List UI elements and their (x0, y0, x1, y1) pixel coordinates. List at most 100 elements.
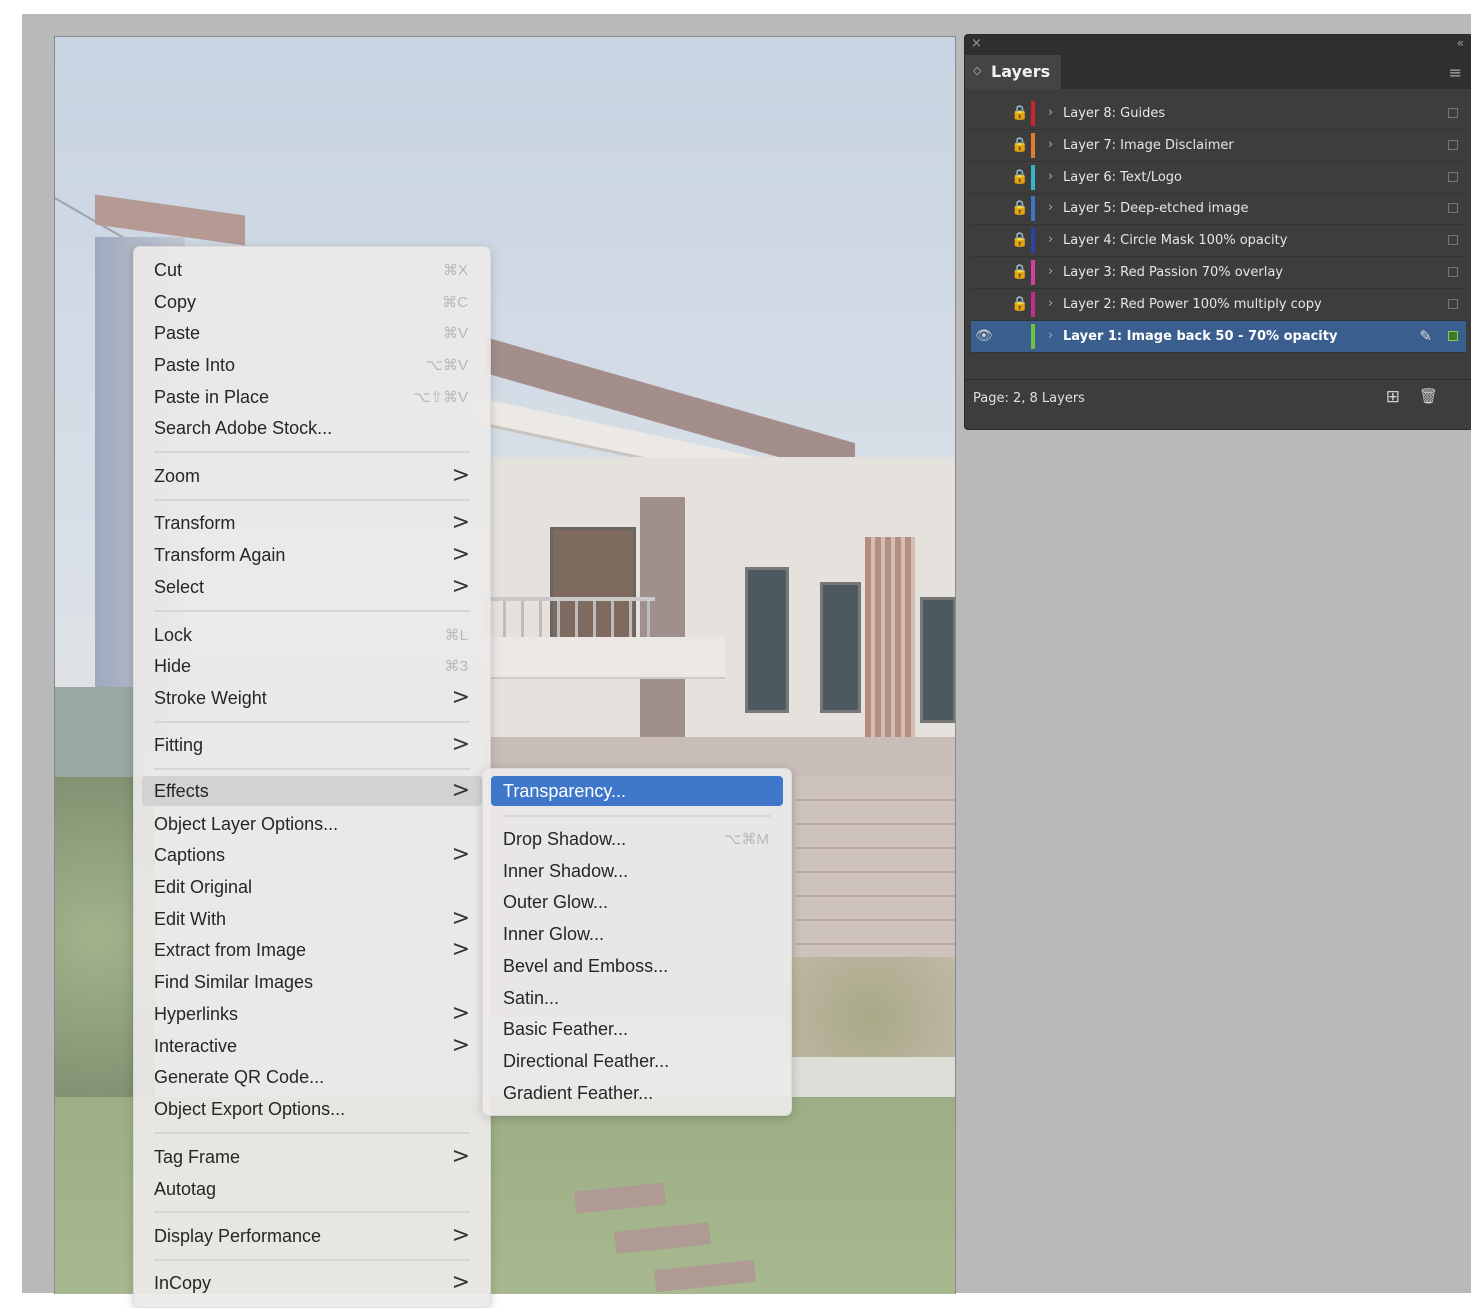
menu-item-object-export-options[interactable]: Object Export Options... (142, 1094, 482, 1124)
lock-icon[interactable]: 🔒 (1011, 105, 1028, 121)
chevron-right-icon[interactable]: › (1048, 137, 1053, 152)
eye-icon[interactable]: 👁 (975, 328, 993, 344)
shortcut: ⌥⌘V (425, 357, 468, 374)
target-square-icon[interactable] (1448, 108, 1458, 118)
submenu-item-outer-glow[interactable]: Outer Glow... (491, 887, 783, 917)
menu-item-paste-into[interactable]: Paste Into ⌥⌘V (142, 350, 482, 380)
menu-item-extract-from-image[interactable]: Extract from Image > (142, 935, 482, 965)
layer-row[interactable]: 🔒 › Layer 4: Circle Mask 100% opacity (971, 225, 1466, 257)
menu-item-edit-with[interactable]: Edit With > (142, 904, 482, 934)
menu-item-zoom[interactable]: Zoom > (142, 461, 482, 491)
layer-row[interactable]: 🔒 › Layer 5: Deep-etched image (971, 193, 1466, 225)
layer-row[interactable]: 🔒 › Layer 6: Text/Logo (971, 162, 1466, 194)
chevron-right-icon[interactable]: › (1048, 296, 1053, 311)
target-square-icon[interactable] (1448, 172, 1458, 182)
menu-item-copy[interactable]: Copy ⌘C (142, 287, 482, 317)
new-layer-icon[interactable]: ⊞ (1386, 387, 1400, 407)
layers-panel: × « ◇ Layers ≡ 🔒 › Layer 8: Guides 🔒 › L… (964, 34, 1471, 430)
menu-item-object-layer-options[interactable]: Object Layer Options... (142, 809, 482, 839)
chevron-right-icon[interactable]: › (1048, 328, 1053, 343)
trash-icon[interactable]: 🗑 (1419, 387, 1438, 405)
menu-item-interactive[interactable]: Interactive > (142, 1031, 482, 1061)
collapse-icon[interactable]: « (1457, 36, 1464, 50)
submenu-item-inner-glow[interactable]: Inner Glow... (491, 919, 783, 949)
layer-row[interactable]: 🔒 › Layer 3: Red Passion 70% overlay (971, 257, 1466, 289)
target-square-icon[interactable] (1448, 235, 1458, 245)
menu-item-transform-again[interactable]: Transform Again > (142, 540, 482, 570)
chevron-right-icon[interactable]: › (1048, 200, 1053, 215)
target-square-icon[interactable] (1448, 140, 1458, 150)
submenu-item-directional-feather[interactable]: Directional Feather... (491, 1046, 783, 1076)
menu-item-lock[interactable]: Lock ⌘L (142, 620, 482, 650)
lock-icon[interactable]: 🔒 (1011, 137, 1028, 153)
menu-item-paste-in-place[interactable]: Paste in Place ⌥⇧⌘V (142, 382, 482, 412)
target-square-icon[interactable] (1448, 331, 1458, 341)
chevron-right-icon: > (451, 937, 470, 962)
menu-item-display-performance[interactable]: Display Performance > (142, 1221, 482, 1251)
target-square-icon[interactable] (1448, 203, 1458, 213)
menu-item-fitting[interactable]: Fitting > (142, 730, 482, 760)
menu-item-label: Bevel and Emboss... (503, 956, 669, 976)
menu-item-label: Lock (154, 625, 193, 645)
shortcut: ⌘3 (444, 658, 468, 675)
menu-item-generate-qr-code[interactable]: Generate QR Code... (142, 1062, 482, 1092)
menu-item-transform[interactable]: Transform > (142, 508, 482, 538)
context-menu: Cut ⌘X Copy ⌘C Paste ⌘V Paste Into ⌥⌘V Paste… (133, 246, 491, 1308)
menu-item-incopy[interactable]: InCopy > (142, 1268, 482, 1298)
menu-item-tag-frame[interactable]: Tag Frame > (142, 1142, 482, 1172)
menu-item-search-adobe-stock[interactable]: Search Adobe Stock... (142, 413, 482, 443)
submenu-item-inner-shadow[interactable]: Inner Shadow... (491, 856, 783, 886)
chevron-right-icon[interactable]: › (1048, 232, 1053, 247)
menu-item-hide[interactable]: Hide ⌘3 (142, 651, 482, 681)
menu-item-effects[interactable]: Effects > (142, 776, 482, 806)
close-icon[interactable]: × (971, 36, 982, 51)
chevron-right-icon: > (451, 778, 470, 803)
layer-row-selected[interactable]: 👁 › Layer 1: Image back 50 - 70% opacity… (971, 321, 1466, 353)
submenu-item-transparency[interactable]: Transparency... (491, 776, 783, 806)
chevron-right-icon: > (451, 906, 470, 931)
chevron-right-icon[interactable]: › (1048, 264, 1053, 279)
submenu-item-satin[interactable]: Satin... (491, 983, 783, 1013)
target-square-icon[interactable] (1448, 267, 1458, 277)
chevron-right-icon: > (451, 1144, 470, 1169)
target-square-icon[interactable] (1448, 299, 1458, 309)
lock-icon[interactable]: 🔒 (1011, 296, 1028, 312)
menu-item-stroke-weight[interactable]: Stroke Weight > (142, 683, 482, 713)
submenu-item-bevel-and-emboss[interactable]: Bevel and Emboss... (491, 951, 783, 981)
layer-row[interactable]: 🔒 › Layer 8: Guides (971, 98, 1466, 130)
submenu-item-drop-shadow[interactable]: Drop Shadow... ⌥⌘M (491, 824, 783, 854)
layer-row[interactable]: 🔒 › Layer 2: Red Power 100% multiply cop… (971, 289, 1466, 321)
menu-item-captions[interactable]: Captions > (142, 840, 482, 870)
menu-item-paste[interactable]: Paste ⌘V (142, 318, 482, 348)
menu-item-label: Fitting (154, 735, 204, 755)
menu-item-label: Paste Into (154, 355, 236, 375)
lock-icon[interactable]: 🔒 (1011, 200, 1028, 216)
menu-item-label: Paste in Place (154, 387, 270, 407)
shortcut: ⌘C (442, 294, 468, 311)
menu-item-cut[interactable]: Cut ⌘X (142, 255, 482, 285)
menu-item-label: Satin... (503, 988, 560, 1008)
shortcut: ⌘X (442, 262, 468, 279)
layer-color-bar (1031, 228, 1035, 253)
layer-row[interactable]: 🔒 › Layer 7: Image Disclaimer (971, 130, 1466, 162)
effects-submenu: Transparency... Drop Shadow... ⌥⌘M Inner … (482, 768, 792, 1116)
layer-name: Layer 2: Red Power 100% multiply copy (1063, 297, 1322, 312)
submenu-item-gradient-feather[interactable]: Gradient Feather... (491, 1078, 783, 1108)
menu-item-label: Copy (154, 292, 197, 312)
menu-item-label: Autotag (154, 1179, 217, 1199)
menu-item-autotag[interactable]: Autotag (142, 1174, 482, 1204)
tab-layers[interactable]: ◇ Layers (965, 55, 1061, 89)
lock-icon[interactable]: 🔒 (1011, 264, 1028, 280)
layer-name: Layer 8: Guides (1063, 106, 1166, 121)
lock-icon[interactable]: 🔒 (1011, 232, 1028, 248)
submenu-item-basic-feather[interactable]: Basic Feather... (491, 1014, 783, 1044)
menu-item-hyperlinks[interactable]: Hyperlinks > (142, 999, 482, 1029)
lock-icon[interactable]: 🔒 (1011, 169, 1028, 185)
menu-item-find-similar-images[interactable]: Find Similar Images (142, 967, 482, 997)
chevron-right-icon[interactable]: › (1048, 105, 1053, 120)
menu-item-select[interactable]: Select > (142, 572, 482, 602)
menu-item-label: Hide (154, 656, 192, 676)
chevron-right-icon[interactable]: › (1048, 169, 1053, 184)
panel-menu-icon[interactable]: ≡ (1449, 63, 1462, 82)
menu-item-edit-original[interactable]: Edit Original (142, 872, 482, 902)
